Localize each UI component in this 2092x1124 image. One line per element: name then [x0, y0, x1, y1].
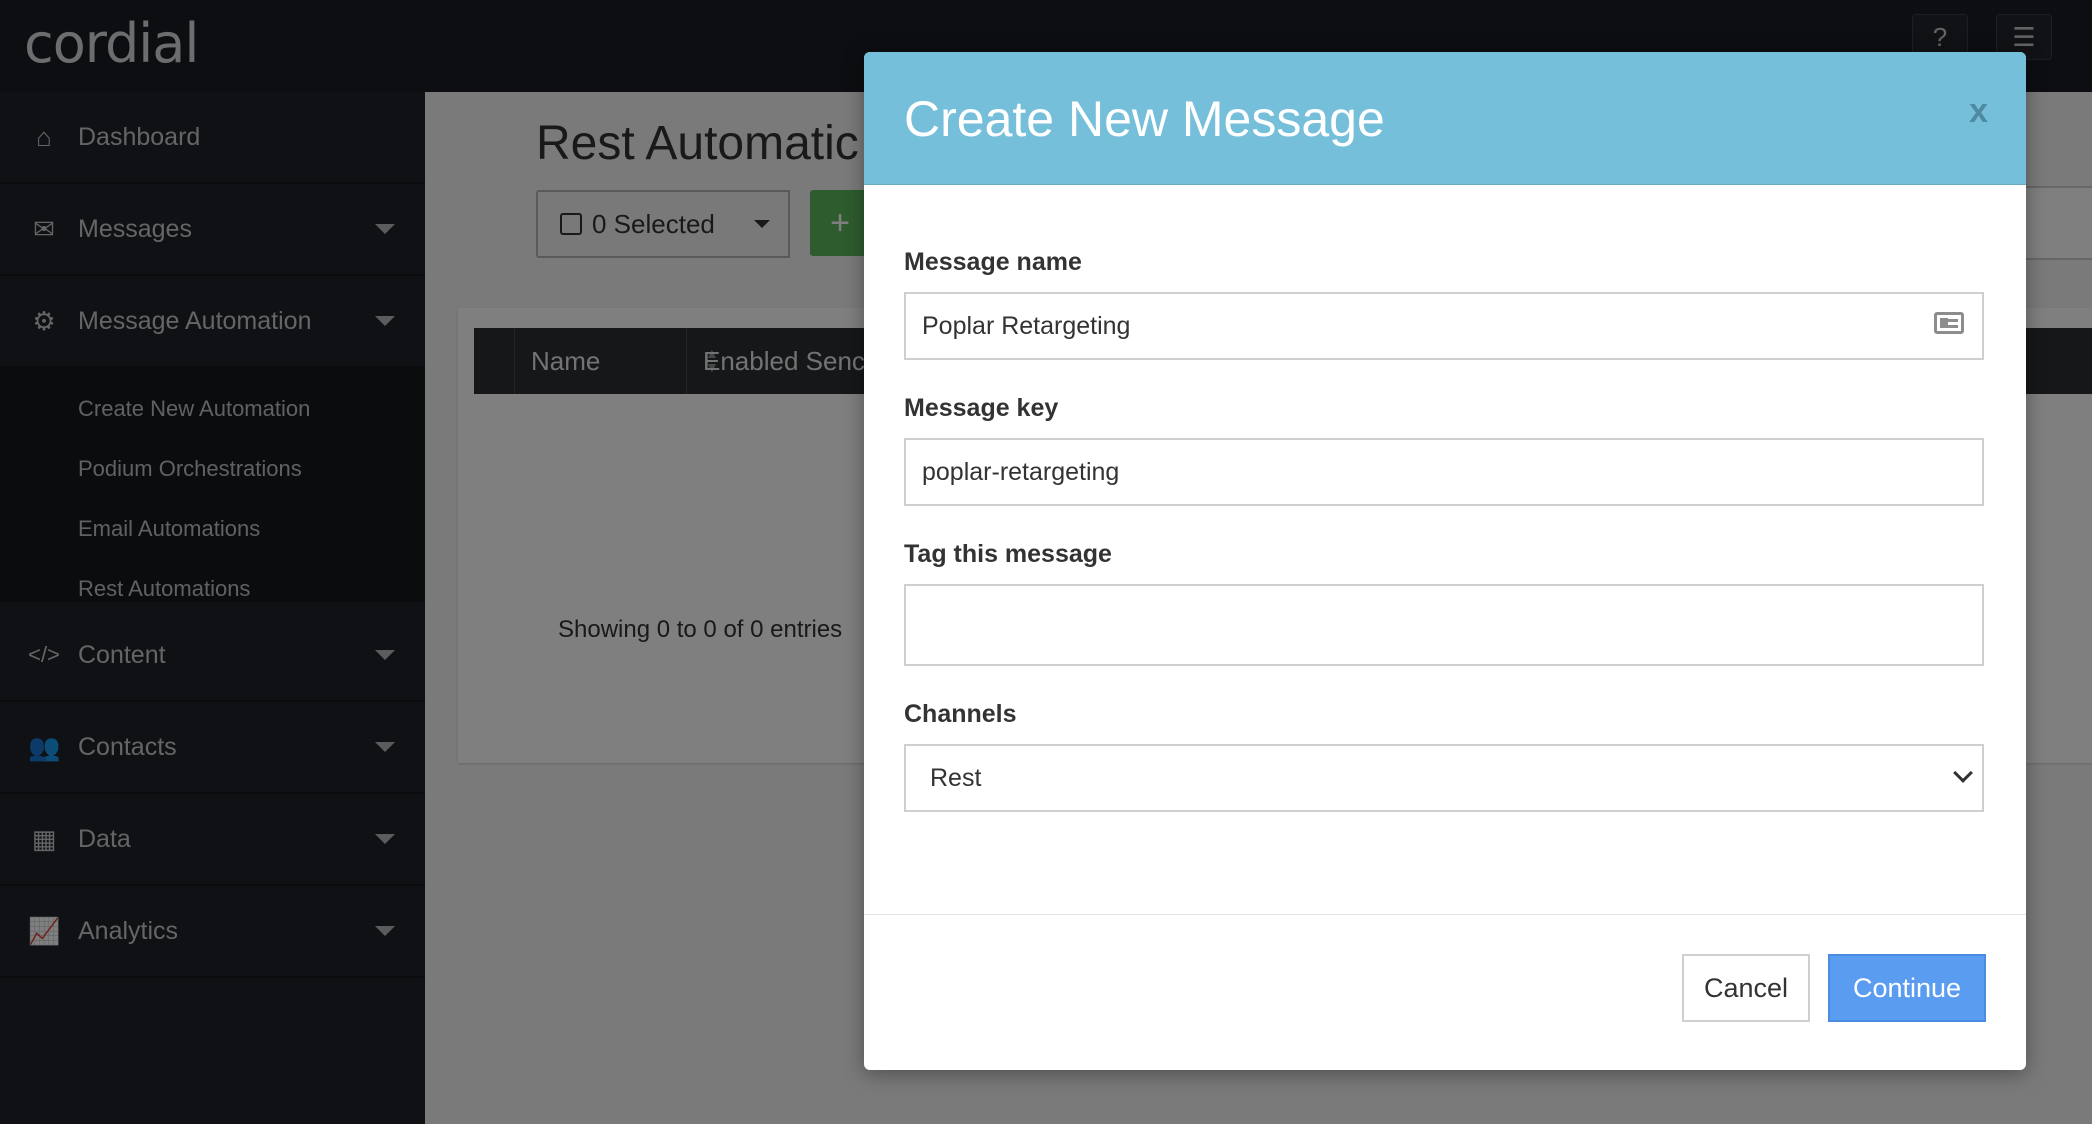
message-key-label: Message key	[904, 394, 1059, 422]
create-message-modal: Create New Message x Message name Poplar…	[864, 52, 2026, 1070]
channels-label: Channels	[904, 700, 1017, 728]
modal-header: Create New Message x	[864, 52, 2026, 185]
modal-title: Create New Message	[904, 91, 1385, 147]
chevron-down-icon	[1953, 763, 1973, 783]
message-name-label: Message name	[904, 248, 1082, 276]
tag-message-input[interactable]	[904, 584, 1984, 666]
cancel-button[interactable]: Cancel	[1682, 954, 1810, 1022]
message-name-input[interactable]: Poplar Retargeting	[904, 292, 1984, 360]
close-icon[interactable]: x	[1969, 92, 1988, 131]
channels-value: Rest	[930, 763, 982, 792]
tag-message-label: Tag this message	[904, 540, 1112, 568]
message-key-input[interactable]: poplar-retargeting	[904, 438, 1984, 506]
modal-footer-divider	[864, 914, 2026, 915]
id-card-icon[interactable]	[1934, 312, 1964, 334]
channels-select[interactable]: Rest	[904, 744, 1984, 812]
message-name-value: Poplar Retargeting	[922, 311, 1131, 340]
continue-button[interactable]: Continue	[1828, 954, 1986, 1022]
message-key-value: poplar-retargeting	[922, 457, 1120, 486]
